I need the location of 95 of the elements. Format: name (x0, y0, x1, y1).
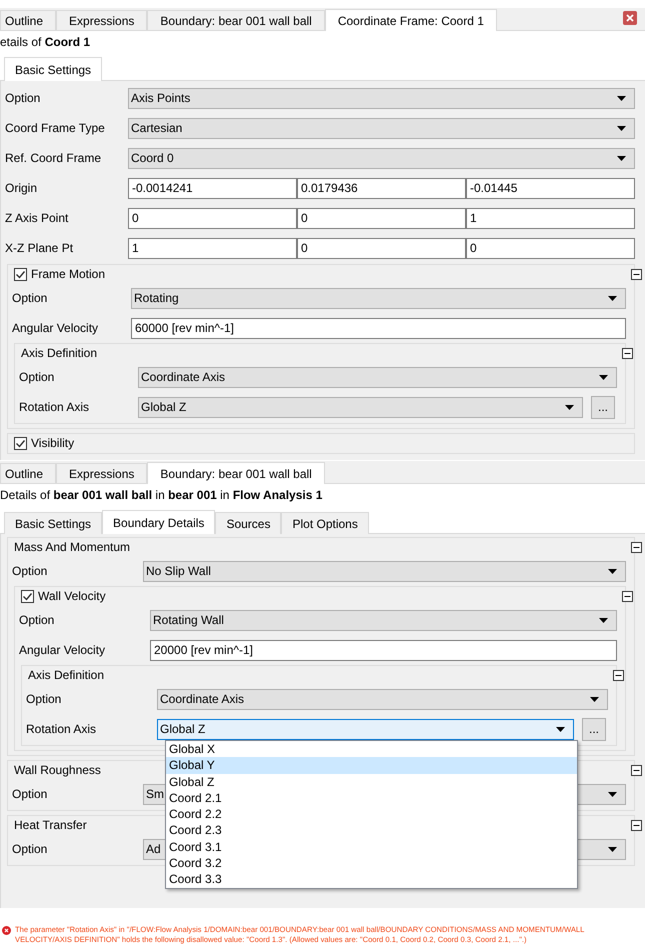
checkbox[interactable] (14, 268, 27, 280)
field-label: Option (11, 787, 48, 801)
field-label: Option (11, 291, 48, 305)
field-label: Option (18, 370, 56, 384)
dropdown-option[interactable]: Coord 2.3 (166, 822, 577, 839)
details-heading: Details of bear 001 wall ball in bear 001 in Flow Analysis 1 (0, 487, 324, 504)
input-field[interactable]: 0 (297, 208, 466, 228)
input-field[interactable]: 0.0179436 (297, 178, 466, 198)
caret-icon (556, 726, 565, 732)
dropdown-option[interactable]: Global Y (166, 757, 577, 774)
dropdown-option[interactable]: Coord 3.3 (166, 871, 577, 888)
input-field[interactable]: 1 (466, 208, 635, 228)
dropdown-option[interactable]: Coord 2.2 (166, 806, 577, 822)
field-label: Rotation Axis (25, 722, 98, 736)
collapse-icon[interactable] (613, 670, 624, 680)
input-field[interactable]: -0.0014241 (128, 178, 297, 198)
field-label: Coord Frame Type (4, 121, 106, 135)
group-title: Frame Motion (31, 267, 106, 281)
error-icon (2, 926, 11, 935)
dropdown-option[interactable]: Global Z (166, 774, 577, 790)
tab[interactable]: Boundary: bear 001 wall ball (147, 10, 325, 30)
group-title: Heat Transfer (14, 818, 87, 832)
dropdown[interactable]: No Slip Wall (143, 560, 626, 582)
caret-icon (617, 126, 626, 130)
input-field[interactable]: 0 (128, 208, 297, 228)
tab[interactable]: Basic Settings (4, 57, 102, 81)
field-label: Option (11, 842, 48, 856)
collapse-icon[interactable] (622, 590, 633, 602)
tab[interactable]: Outline (0, 463, 56, 483)
input-field[interactable]: 20000 [rev min^-1] (150, 640, 617, 660)
tab[interactable]: Basic Settings (4, 512, 102, 534)
field-label: Angular Velocity (18, 643, 106, 657)
dropdown[interactable]: Coordinate Axis (138, 366, 617, 388)
dropdown[interactable]: Cartesian (128, 118, 635, 138)
tab[interactable]: Expressions (56, 463, 148, 483)
caret-icon (590, 696, 599, 702)
caret-icon (608, 296, 617, 300)
tab[interactable]: Outline (0, 10, 56, 30)
input-field[interactable]: 0 (297, 238, 466, 258)
caret-icon (599, 374, 608, 380)
dropdown-option[interactable]: Global X (166, 741, 577, 758)
dropdown-option[interactable]: Coord 3.1 (166, 838, 577, 856)
group-title: Axis Definition (21, 346, 98, 360)
group-title: Mass And Momentum (14, 540, 130, 554)
field-label: Z Axis Point (4, 211, 70, 225)
collapse-icon[interactable] (631, 542, 642, 552)
group-title: Wall Roughness (14, 763, 101, 777)
collapse-icon[interactable] (631, 820, 642, 830)
dropdown-option[interactable]: Coord 2.1 (166, 790, 577, 806)
dropdown[interactable]: Global Z (157, 718, 574, 740)
dropdown[interactable]: Rotating (131, 288, 626, 308)
caret-icon (608, 792, 617, 796)
dropdown[interactable]: Coordinate Axis (157, 688, 608, 710)
caret-icon (608, 568, 617, 574)
collapse-icon[interactable] (631, 764, 642, 776)
tab[interactable]: Plot Options (281, 512, 369, 534)
dropdown-option[interactable]: Coord 3.2 (166, 855, 577, 872)
collapse-icon[interactable] (622, 348, 633, 358)
field-label: Angular Velocity (11, 321, 100, 335)
field-label: Option (25, 692, 62, 706)
field-label: Option (4, 91, 42, 105)
field-label: Rotation Axis (18, 400, 90, 414)
caret-icon (608, 846, 617, 852)
group-title: Axis Definition (28, 668, 104, 682)
browse-button[interactable]: ... (591, 396, 615, 418)
field-label: X-Z Plane Pt (4, 241, 74, 255)
caret-icon (599, 618, 608, 622)
input-field[interactable]: 0 (466, 238, 635, 258)
group-title: Visibility (31, 436, 74, 450)
tab[interactable]: Boundary: bear 001 wall ball (147, 462, 325, 484)
browse-button[interactable]: ... (582, 718, 606, 740)
field-label: Origin (4, 181, 38, 195)
field-label: Option (18, 613, 56, 627)
field-label: Option (11, 564, 48, 578)
tab[interactable]: Boundary Details (102, 510, 216, 534)
caret-icon (617, 156, 626, 160)
dropdown[interactable]: Coord 0 (128, 148, 635, 168)
collapse-icon[interactable] (631, 268, 642, 280)
dropdown[interactable]: Axis Points (128, 88, 635, 108)
group-title: Wall Velocity (38, 589, 106, 603)
input-field[interactable]: 60000 [rev min^-1] (131, 318, 626, 338)
caret-icon (617, 96, 626, 100)
checkbox[interactable] (21, 590, 34, 602)
input-field[interactable]: 1 (128, 238, 297, 258)
close-icon[interactable] (623, 11, 637, 25)
input-field[interactable]: -0.01445 (466, 178, 635, 198)
checkbox[interactable] (14, 436, 27, 450)
dropdown[interactable]: Rotating Wall (150, 610, 617, 630)
tab[interactable]: Expressions (56, 10, 148, 30)
tab[interactable]: Sources (215, 512, 282, 534)
tab[interactable]: Coordinate Frame: Coord 1 (324, 9, 497, 31)
field-label: Ref. Coord Frame (4, 151, 102, 165)
details-heading: etails of Coord 1 (0, 34, 92, 51)
caret-icon (565, 404, 574, 410)
dropdown[interactable]: Global Z (138, 396, 583, 418)
